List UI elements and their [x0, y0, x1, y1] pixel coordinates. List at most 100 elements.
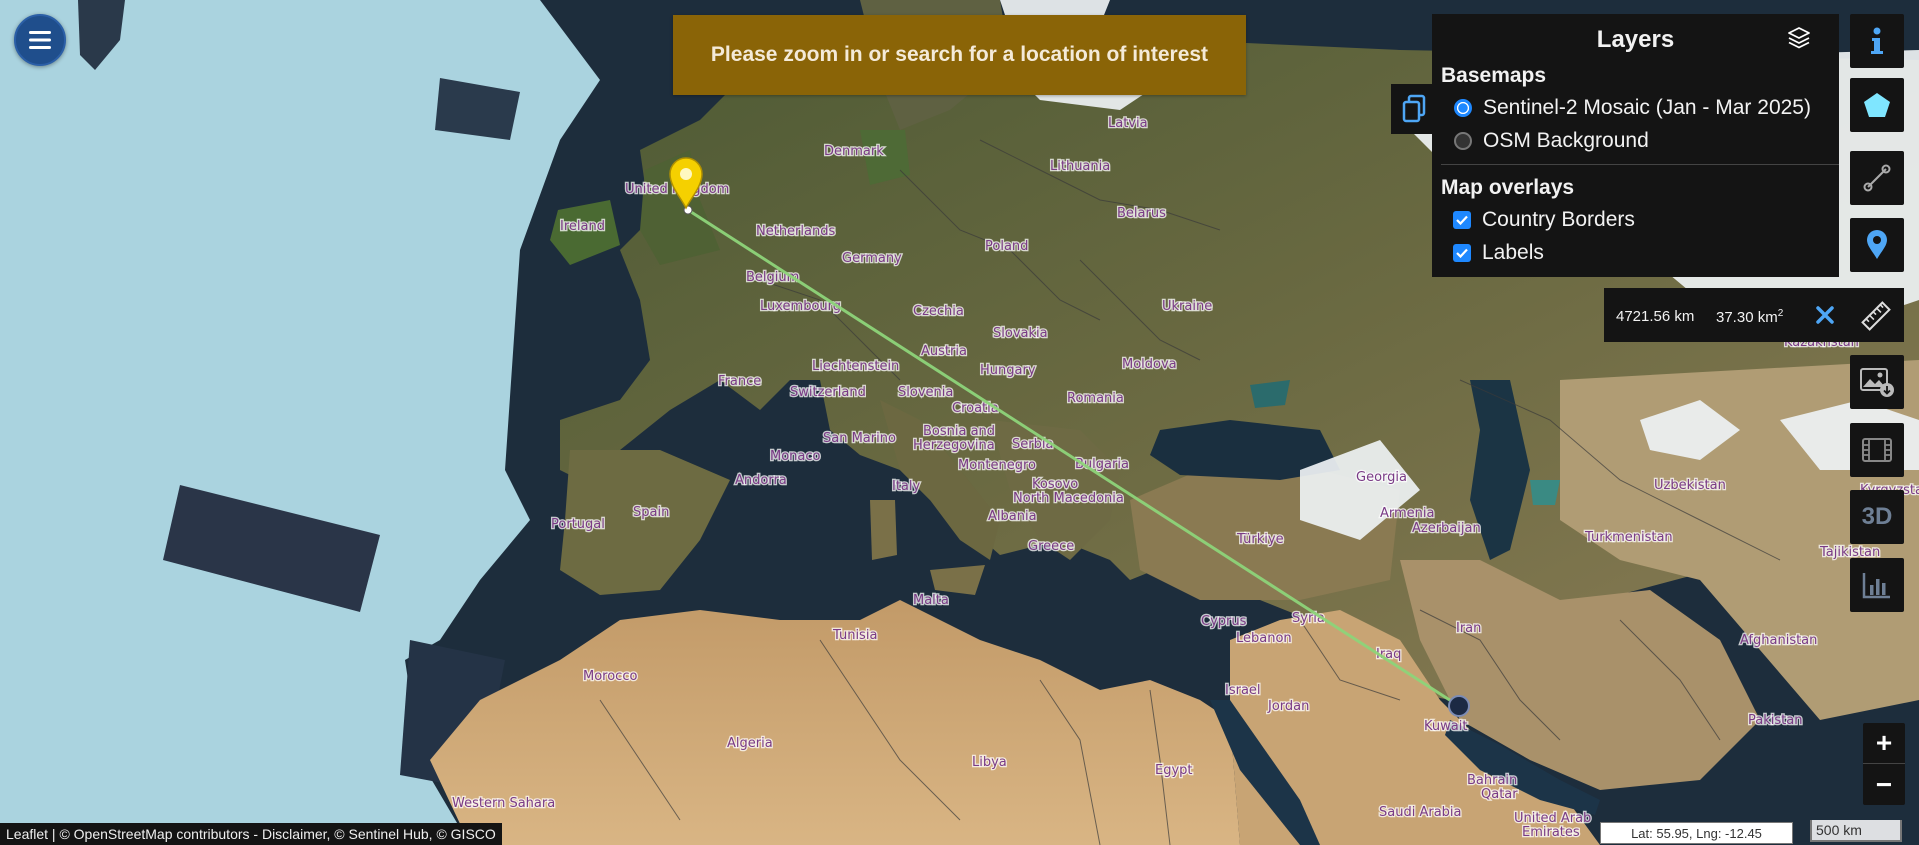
checkbox-checked-icon[interactable]: [1453, 211, 1471, 229]
copy-icon: [1402, 94, 1426, 123]
map-label: Libya: [972, 755, 1007, 770]
layers-panel: Layers Basemaps Sentinel-2 Mosaic (Jan -…: [1432, 14, 1839, 277]
map-label: Emirates: [1522, 825, 1580, 840]
map-attribution[interactable]: Leaflet | © OpenStreetMap contributors -…: [0, 823, 502, 845]
timelapse-button[interactable]: [1850, 423, 1904, 477]
map-label: Tunisia: [832, 628, 877, 643]
zoom-control: + −: [1863, 723, 1905, 805]
radio-selected-icon[interactable]: [1454, 99, 1472, 117]
menu-button[interactable]: [14, 14, 66, 66]
basemaps-heading: Basemaps: [1441, 64, 1547, 87]
map-label: Denmark: [824, 144, 884, 159]
map-label: Uzbekistan: [1654, 478, 1726, 493]
overlay-option-borders[interactable]: Country Borders: [1453, 208, 1635, 232]
map-label: Malta: [913, 593, 949, 608]
draw-line-button[interactable]: [1850, 151, 1904, 205]
overlay-label: Labels: [1482, 241, 1544, 264]
map-label: Kuwait: [1424, 719, 1467, 734]
map-label: Jordan: [1267, 699, 1309, 714]
clear-measurement-button[interactable]: [1810, 300, 1840, 330]
map-label: Turkmenistan: [1584, 530, 1673, 545]
map-label: Andorra: [735, 473, 787, 488]
map-label: Syria: [1292, 611, 1325, 626]
3d-view-button[interactable]: 3D: [1850, 490, 1904, 544]
checkbox-checked-icon[interactable]: [1453, 244, 1471, 262]
map-label: Croatia: [952, 401, 999, 416]
map-label: Ukraine: [1162, 299, 1212, 314]
map-label: Moldova: [1122, 357, 1177, 372]
layers-stack-icon[interactable]: [1787, 26, 1811, 55]
map-label: France: [718, 374, 761, 389]
zoom-out-button[interactable]: −: [1863, 764, 1905, 805]
scale-bar: 500 km: [1810, 820, 1902, 842]
land-sardinia: [870, 500, 897, 560]
map-label: Portugal: [551, 517, 605, 532]
measure-tool-button[interactable]: [1858, 298, 1894, 334]
ruler-icon: [1861, 301, 1891, 331]
cursor-coordinates: Lat: 55.95, Lng: -12.45: [1600, 822, 1793, 844]
basemap-label: Sentinel-2 Mosaic (Jan - Mar 2025): [1483, 96, 1811, 119]
map-label: Lebanon: [1236, 631, 1292, 646]
notice-text: Please zoom in or search for a location …: [710, 43, 1209, 66]
map-label: Egypt: [1155, 763, 1193, 778]
map-label: Azerbaijan: [1412, 521, 1481, 536]
measure-area: 37.30 km2: [1716, 308, 1784, 326]
map-label: Latvia: [1108, 116, 1148, 131]
zoom-in-button[interactable]: +: [1863, 723, 1905, 764]
layers-divider: [1441, 164, 1839, 165]
place-marker-button[interactable]: [1850, 218, 1904, 272]
overlay-label: Country Borders: [1482, 208, 1635, 231]
map-app: Latvia Denmark Lithuania United Kingdom …: [0, 0, 1919, 845]
map-label: Montenegro: [958, 458, 1036, 473]
map-label: Kosovo: [1032, 477, 1078, 492]
map-label: Bosnia and: [923, 424, 995, 439]
map-label: Afghanistan: [1740, 633, 1817, 648]
info-icon: [1871, 27, 1883, 54]
info-button[interactable]: [1850, 14, 1904, 68]
lake-aral: [1530, 480, 1560, 505]
basemap-label: OSM Background: [1483, 129, 1649, 152]
map-label: Ireland: [560, 219, 605, 234]
statistics-button[interactable]: [1850, 558, 1904, 612]
map-label: Poland: [985, 239, 1028, 254]
draw-polygon-button[interactable]: [1850, 78, 1904, 132]
chart-icon: [1862, 573, 1890, 599]
basemap-option-osm[interactable]: OSM Background: [1454, 129, 1649, 153]
map-label: Lithuania: [1050, 159, 1110, 174]
map-label: Georgia: [1356, 470, 1407, 485]
map-label: Israel: [1225, 683, 1261, 698]
map-label: Germany: [842, 251, 902, 266]
map-label: Albania: [988, 509, 1037, 524]
map-label: Armenia: [1380, 506, 1435, 521]
basemap-option-sentinel[interactable]: Sentinel-2 Mosaic (Jan - Mar 2025): [1454, 96, 1811, 120]
film-icon: [1862, 438, 1892, 462]
3d-icon: 3D: [1861, 503, 1893, 530]
measure-vertex[interactable]: [1448, 695, 1470, 717]
zoom-notice-banner: Please zoom in or search for a location …: [673, 15, 1246, 95]
map-label: Netherlands: [756, 224, 835, 239]
measurement-bar: 4721.56 km 37.30 km2: [1604, 288, 1904, 342]
map-label: Algeria: [727, 736, 773, 751]
map-label: Morocco: [583, 669, 637, 684]
map-label: Slovenia: [898, 385, 953, 400]
map-label: Greece: [1028, 539, 1074, 554]
location-pin-icon: [1867, 230, 1887, 259]
overlay-option-labels[interactable]: Labels: [1453, 241, 1544, 265]
map-label: Serbia: [1012, 437, 1053, 452]
map-label: Iran: [1456, 621, 1481, 636]
map-label: Hungary: [980, 363, 1036, 378]
layers-title: Layers: [1596, 26, 1675, 53]
map-label: Herzegovina: [913, 438, 995, 453]
image-download-icon: [1860, 368, 1894, 397]
map-label: Qatar: [1481, 787, 1518, 802]
map-label: Monaco: [770, 449, 821, 464]
polygon-icon: [1864, 93, 1890, 117]
hamburger-icon: [29, 31, 51, 49]
copy-button[interactable]: [1391, 84, 1437, 134]
radio-unselected-icon[interactable]: [1454, 132, 1472, 150]
close-icon: [1816, 306, 1834, 324]
map-label: Western Sahara: [452, 796, 555, 811]
map-label: North Macedonia: [1013, 491, 1124, 506]
download-image-button[interactable]: [1850, 355, 1904, 409]
map-label: Liechtenstein: [812, 359, 899, 374]
